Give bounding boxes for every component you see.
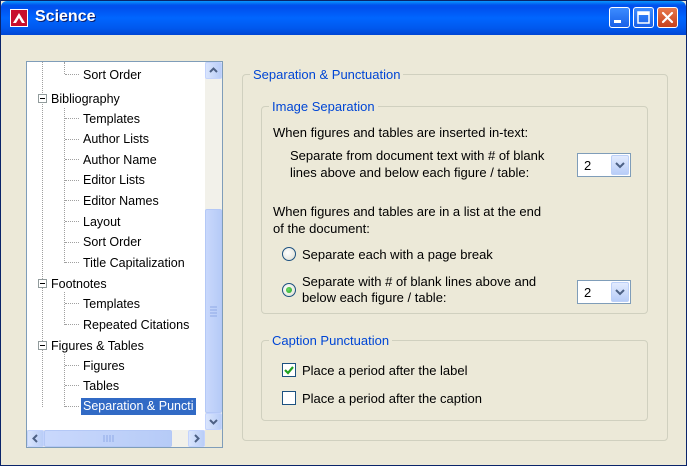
period-after-label-text[interactable]: Place a period after the label [302,363,468,378]
tree-connector [64,292,65,325]
scroll-down-button[interactable] [205,413,222,430]
scroll-thumb[interactable] [205,209,222,413]
grip-icon [103,435,114,442]
page-break-radio[interactable] [282,247,296,261]
intext-separate-label-line2: lines above and below each figure / tabl… [290,165,530,180]
tree-connector [65,242,79,243]
intext-dropdown-button[interactable] [611,155,629,175]
period-after-caption-text[interactable]: Place a period after the caption [302,391,482,406]
period-after-caption-checkbox[interactable] [282,391,296,405]
scroll-up-button[interactable] [205,62,222,79]
chevron-up-icon [209,67,218,73]
tree-connector [65,221,79,222]
period-after-label-checkbox[interactable] [282,363,296,377]
tree-item-figures-tables[interactable]: Figures & Tables [51,337,144,355]
page-break-radio-label[interactable]: Separate each with a page break [302,247,493,262]
chevron-down-icon [615,289,625,296]
tree-item-sort-order[interactable]: Sort Order [83,66,141,84]
horizontal-scroll-thumb[interactable] [44,430,172,447]
blank-lines-radio[interactable] [282,283,296,297]
tree-horizontal-scrollbar[interactable] [27,430,205,447]
scroll-corner [205,430,222,447]
tree-connector [42,62,43,407]
tree-connector [65,324,79,325]
tree-item-tables[interactable]: Tables [83,377,119,395]
tree-item-editor-names[interactable]: Editor Names [83,192,159,210]
tree-connector [65,139,79,140]
scroll-right-button[interactable] [188,430,205,447]
minimize-button[interactable] [609,7,630,28]
blank-lines-radio-label-line1[interactable]: Separate with # of blank lines above and [302,274,536,289]
tree-connector [65,303,79,304]
checkmark-icon [284,366,294,375]
list-blank-lines-value: 2 [584,285,592,300]
collapse-icon[interactable] [38,279,47,288]
tree-connector [64,354,65,407]
intext-heading: When figures and tables are inserted in-… [273,125,529,140]
tree-connector [65,262,79,263]
scroll-left-button[interactable] [27,430,44,447]
tree-item-repeated-citations[interactable]: Repeated Citations [83,316,189,334]
tree-connector [65,200,79,201]
grip-icon [210,306,217,317]
maximize-icon [637,11,650,24]
tree-connector [65,406,79,407]
tree-connector [65,159,79,160]
tree-connector [65,180,79,181]
image-separation-title: Image Separation [269,99,378,114]
dialog-window: Science Sort Order Bibliography Template… [0,0,687,466]
tree-connector [65,118,79,119]
tree-item-footnote-templates[interactable]: Templates [83,295,140,313]
chevron-left-icon [32,434,38,443]
list-dropdown-button[interactable] [611,282,629,302]
tree-content: Sort Order Bibliography Templates Author… [27,62,205,430]
tree-connector [65,385,79,386]
intext-blank-lines-select[interactable]: 2 [577,153,631,177]
tree-item-bibliography[interactable]: Bibliography [51,90,120,108]
tree-item-layout[interactable]: Layout [83,213,121,231]
maximize-button[interactable] [633,7,654,28]
tree-item-footnotes[interactable]: Footnotes [51,275,107,293]
tree-connector [65,365,79,366]
separation-punctuation-title: Separation & Punctuation [250,67,404,82]
title-bar[interactable]: Science [1,1,686,35]
minimize-icon [614,20,621,23]
list-heading-line2: of the document: [273,221,370,236]
tree-item-figures[interactable]: Figures [83,357,125,375]
tree-item-templates[interactable]: Templates [83,110,140,128]
chevron-down-icon [209,419,218,425]
tree-connector [65,74,79,75]
close-icon [661,11,674,24]
caption-punctuation-group [261,340,648,421]
list-heading-line1: When figures and tables are in a list at… [273,204,542,219]
list-blank-lines-select[interactable]: 2 [577,280,631,304]
blank-lines-radio-label-line2[interactable]: below each figure / table: [302,290,447,305]
window-title: Science [35,8,96,25]
tree-connector [64,62,65,74]
close-button[interactable] [657,7,678,28]
intext-separate-label-line1: Separate from document text with # of bl… [290,148,545,163]
tree-item-separation-punctuation[interactable]: Separation & Puncti [81,398,196,415]
chevron-right-icon [194,434,200,443]
tree-item-sort-order-2[interactable]: Sort Order [83,233,141,251]
tree-vertical-scrollbar[interactable] [205,62,222,430]
chevron-down-icon [615,162,625,169]
settings-tree[interactable]: Sort Order Bibliography Templates Author… [26,61,223,448]
collapse-icon[interactable] [38,94,47,103]
app-icon [10,9,28,27]
tree-item-title-capitalization[interactable]: Title Capitalization [83,254,185,272]
tree-connector [64,108,65,263]
tree-item-editor-lists[interactable]: Editor Lists [83,171,145,189]
tree-item-author-lists[interactable]: Author Lists [83,130,149,148]
intext-blank-lines-value: 2 [584,158,592,173]
collapse-icon[interactable] [38,341,47,350]
tree-item-author-name[interactable]: Author Name [83,151,157,169]
caption-punctuation-title: Caption Punctuation [269,333,393,348]
